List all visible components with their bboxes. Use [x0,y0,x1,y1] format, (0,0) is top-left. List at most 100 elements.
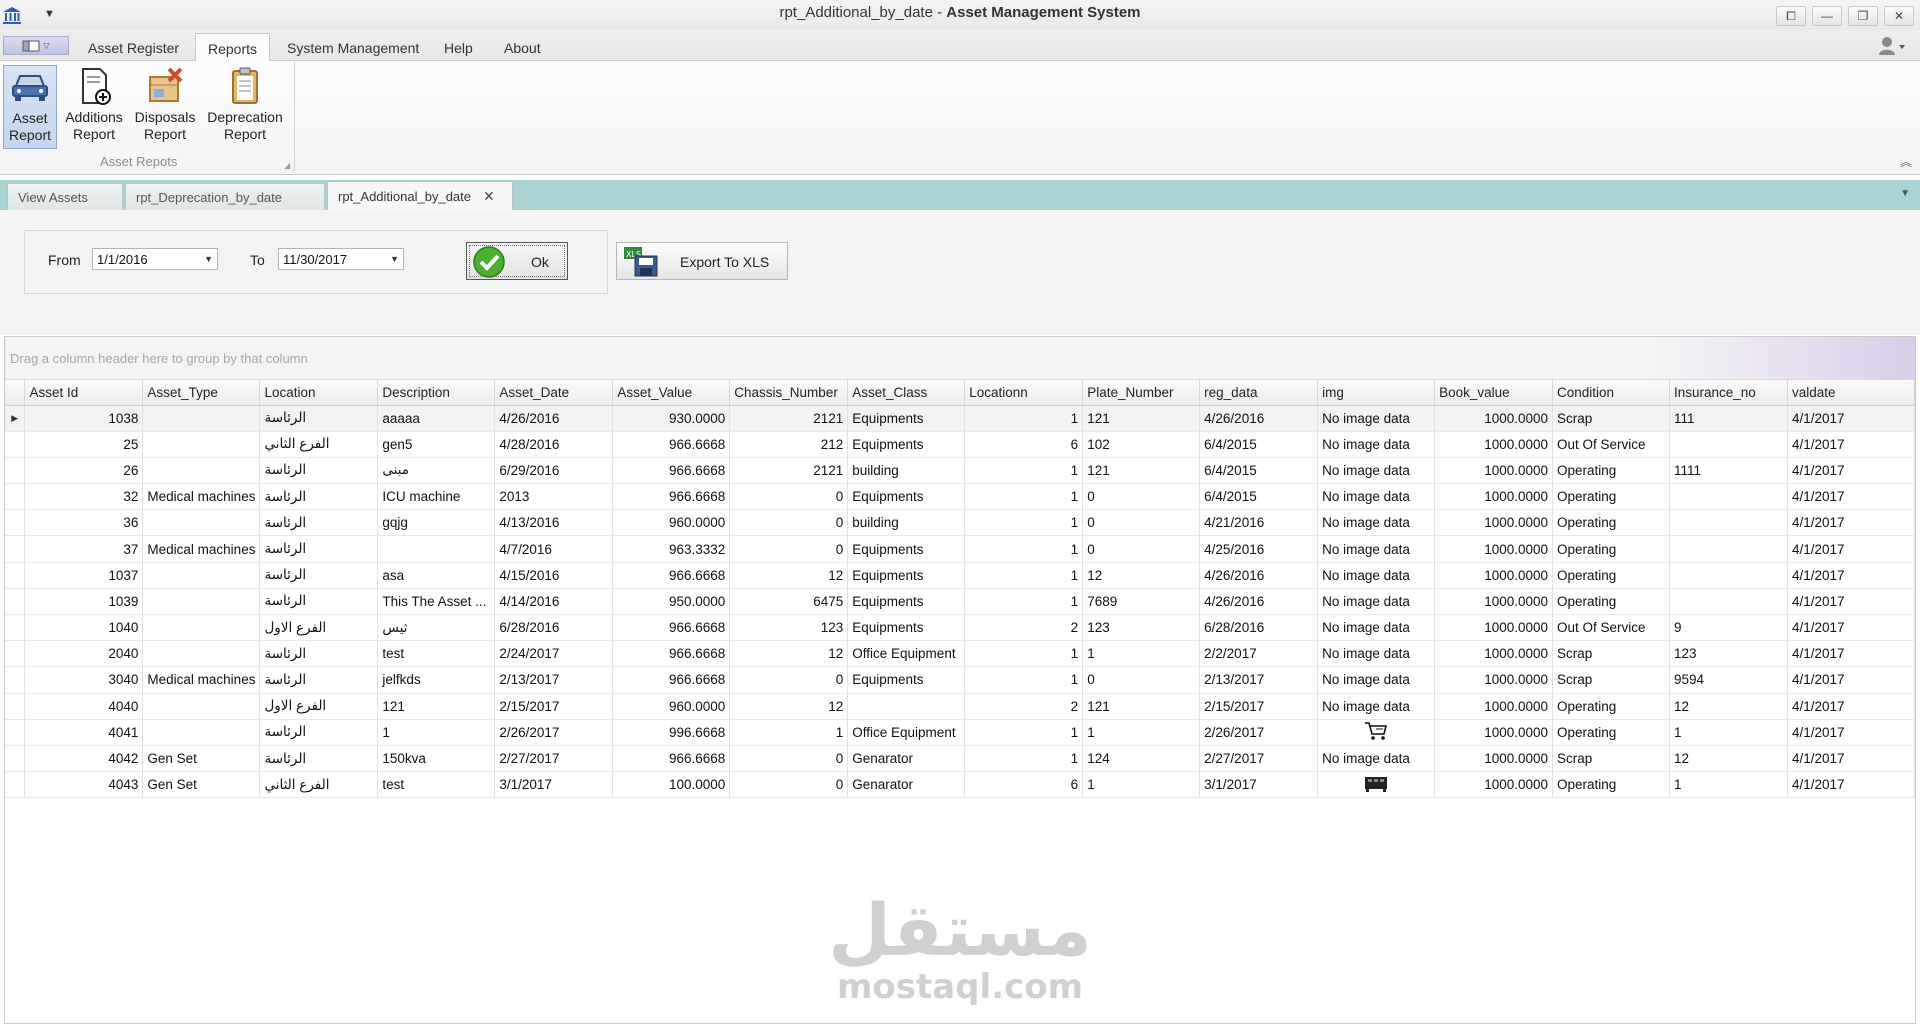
table-cell[interactable]: 121 [377,693,496,720]
table-cell[interactable]: Equipments [847,666,966,694]
table-cell[interactable]: 1000.0000 [1434,693,1554,720]
table-cell[interactable]: 4/1/2017 [1787,693,1916,720]
table-cell[interactable]: 150kva [377,745,496,773]
table-cell[interactable]: 4/1/2017 [1787,614,1916,642]
row-indicator[interactable] [5,640,26,668]
table-cell[interactable]: No image data [1317,640,1436,668]
table-cell[interactable]: 1 [964,745,1084,773]
doc-tab-rpt-deprecation[interactable]: rpt_Deprecation_by_date [125,183,325,210]
table-cell[interactable]: 37 [24,535,144,563]
table-cell[interactable]: 25 [24,431,144,458]
asset-report-button[interactable]: Asset Report [3,65,57,149]
table-cell[interactable] [142,562,261,589]
table-cell[interactable]: الرئاسة [259,483,379,511]
disposals-report-button[interactable]: Disposals Report [134,65,196,149]
table-cell[interactable]: 4/26/2016 [1199,562,1319,589]
table-row[interactable]: 1039 الرئاسة This The Asset ... 4/14/2016 95… [5,588,1916,616]
table-cell[interactable]: 9594 [1669,666,1788,694]
table-cell[interactable]: Gen Set [142,745,261,773]
table-cell[interactable]: Scrap [1552,405,1670,432]
column-header[interactable]: Plate_Number [1082,380,1201,406]
table-cell[interactable]: No image data [1317,405,1436,432]
table-cell[interactable]: 2/15/2017 [494,693,614,720]
table-cell[interactable]: 4/1/2017 [1787,666,1916,694]
from-date-input[interactable]: 1/1/2016 ▼ [92,248,218,270]
table-cell[interactable]: 100.0000 [612,771,731,799]
table-cell[interactable]: Equipments [847,535,966,563]
table-cell[interactable]: 966.6668 [612,431,731,458]
table-cell[interactable]: 1039 [24,588,144,616]
table-cell[interactable]: الرئاسة [259,405,379,432]
table-cell[interactable]: 6/4/2015 [1199,483,1319,511]
table-cell[interactable]: 4/28/2016 [494,431,614,458]
column-header[interactable]: Asset Id [24,380,144,406]
table-cell[interactable]: 4/1/2017 [1787,719,1916,746]
table-cell[interactable]: 3040 [24,666,144,694]
table-cell[interactable]: 0 [729,509,849,537]
table-cell[interactable]: 4/7/2016 [494,535,614,563]
table-cell[interactable]: 123 [1082,614,1201,642]
additions-report-button[interactable]: Additions Report [62,65,126,149]
table-row[interactable]: 32 Medical machines الرئاسة ICU machine 2013… [5,483,1916,511]
table-row[interactable]: 26 الرئاسة مبنى 6/29/2016 966.6668 2121 buildi… [5,457,1916,485]
table-cell[interactable]: 6/28/2016 [494,614,614,642]
table-cell[interactable]: 9 [1669,614,1788,642]
table-cell[interactable] [142,405,261,432]
table-cell[interactable]: 1000.0000 [1434,457,1554,485]
table-cell[interactable]: Operating [1552,483,1670,511]
table-cell[interactable]: No image data [1317,745,1436,773]
table-cell[interactable]: 1 [964,457,1084,485]
table-cell[interactable]: 966.6668 [612,745,731,773]
table-row[interactable]: 4042 Gen Set الرئاسة 150kva 2/27/2017 966.666… [5,745,1916,773]
table-cell[interactable]: الرئاسة [259,588,379,616]
table-cell[interactable]: 12 [1669,693,1788,720]
column-header[interactable]: Location [259,380,379,406]
table-cell[interactable]: 12 [729,693,849,720]
table-cell[interactable]: No image data [1317,562,1436,589]
table-cell[interactable]: 4/26/2016 [494,405,614,432]
table-cell[interactable]: 4040 [24,693,144,720]
table-cell[interactable]: الفرع الاول [259,693,379,720]
table-cell[interactable]: No image data [1317,535,1436,563]
column-header[interactable]: valdate [1787,380,1916,406]
table-cell[interactable]: 4041 [24,719,144,746]
table-cell[interactable]: الفرع الثاني [259,771,379,799]
table-cell[interactable]: Operating [1552,562,1670,589]
table-cell[interactable] [142,588,261,616]
table-cell[interactable]: No image data [1317,693,1436,720]
table-cell[interactable]: الرئاسة [259,535,379,563]
table-cell[interactable]: 4/1/2017 [1787,457,1916,485]
doc-tab-rpt-additional[interactable]: rpt_Additional_by_date ✕ [327,181,513,210]
table-cell[interactable]: 212 [729,431,849,458]
table-cell[interactable]: 26 [24,457,144,485]
table-cell[interactable]: 1 [964,588,1084,616]
row-indicator[interactable] [5,562,26,589]
table-cell[interactable]: test [377,640,496,668]
row-indicator[interactable] [5,614,26,642]
table-cell[interactable]: ICU machine [377,483,496,511]
table-cell[interactable]: 4/1/2017 [1787,745,1916,773]
table-cell[interactable]: No image data [1317,431,1436,458]
table-cell[interactable]: 1 [1669,719,1788,746]
close-tab-icon[interactable]: ✕ [483,188,495,204]
table-cell[interactable]: Office Equipment [847,719,966,746]
table-cell[interactable] [142,693,261,720]
table-cell[interactable]: 2 [964,693,1084,720]
table-cell[interactable] [1317,771,1436,799]
table-cell[interactable]: 1 [729,719,849,746]
table-cell[interactable]: asa [377,562,496,589]
table-cell[interactable]: 996.6668 [612,719,731,746]
column-header[interactable]: reg_data [1199,380,1319,406]
table-cell[interactable]: ثيس [377,614,496,642]
table-cell[interactable]: 1000.0000 [1434,719,1554,746]
table-cell[interactable]: Out Of Service [1552,614,1670,642]
table-cell[interactable]: 2013 [494,483,614,511]
table-cell[interactable]: 1 [1669,771,1788,799]
row-indicator[interactable] [5,535,26,563]
table-cell[interactable]: 4/1/2017 [1787,483,1916,511]
table-cell[interactable] [1669,588,1788,616]
table-cell[interactable]: 4/14/2016 [494,588,614,616]
table-cell[interactable]: 121 [1082,693,1201,720]
table-cell[interactable]: 0 [1082,483,1201,511]
table-cell[interactable] [377,535,496,563]
